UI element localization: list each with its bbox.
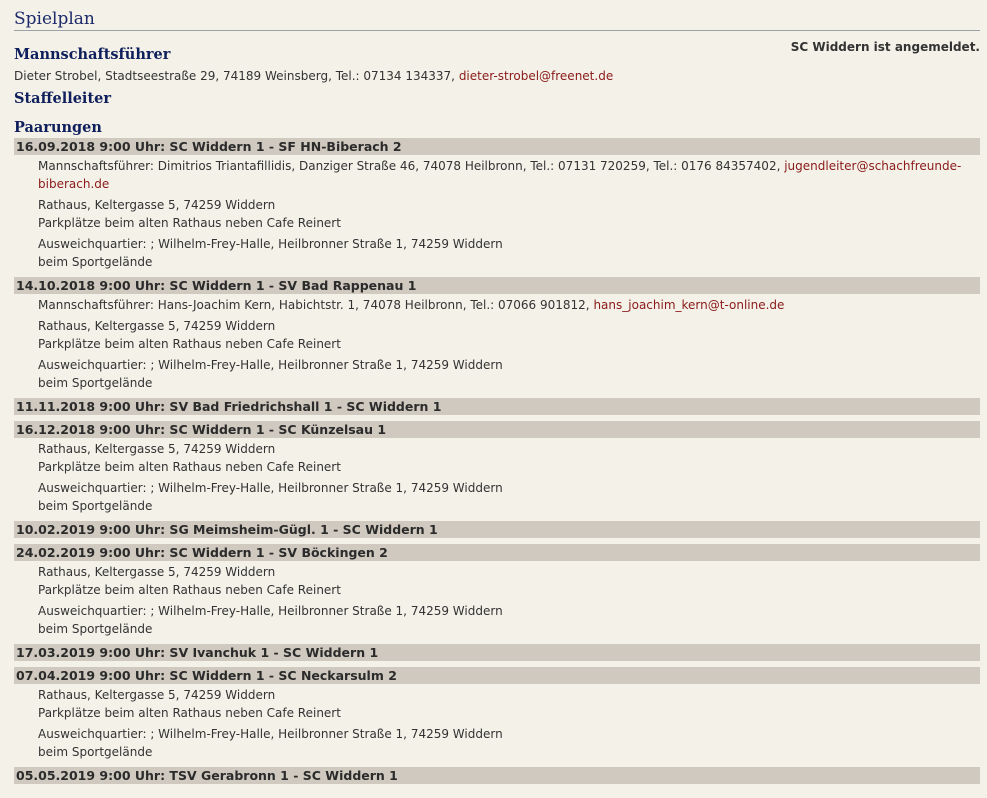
venue-parking: Parkplätze beim alten Rathaus neben Cafe…	[38, 460, 341, 474]
pairings-heading: Paarungen	[14, 119, 102, 136]
match-item: 17.03.2019 9:00 Uhr: SV Ivanchuk 1 - SC …	[14, 644, 980, 661]
opponent-contact: Mannschaftsführer: Hans-Joachim Kern, Ha…	[38, 296, 980, 314]
venue-address: Rathaus, Keltergasse 5, 74259 Widdern	[38, 198, 276, 212]
opponent-email-part: jugendleiter@schachfreunde-	[784, 159, 962, 173]
venue-address: Rathaus, Keltergasse 5, 74259 Widdern	[38, 565, 276, 579]
venue-alternate-note: beim Sportgelände	[38, 499, 153, 513]
match-header: 17.03.2019 9:00 Uhr: SV Ivanchuk 1 - SC …	[14, 644, 980, 661]
match-details: Mannschaftsführer: Hans-Joachim Kern, Ha…	[14, 294, 980, 392]
captain-contact-text: Dieter Strobel, Stadtseestraße 29, 74189…	[14, 69, 459, 83]
venue-alternate: Ausweichquartier: ; Wilhelm-Frey-Halle, …	[38, 727, 503, 741]
venue-alternate-note: beim Sportgelände	[38, 376, 153, 390]
match-item: 05.05.2019 9:00 Uhr: TSV Gerabronn 1 - S…	[14, 767, 980, 784]
match-item: 07.04.2019 9:00 Uhr: SC Widdern 1 - SC N…	[14, 667, 980, 761]
venue-address: Rathaus, Keltergasse 5, 74259 Widdern	[38, 688, 276, 702]
registration-status: SC Widdern ist angemeldet.	[790, 40, 980, 54]
venue-alternate-note: beim Sportgelände	[38, 255, 153, 269]
venue-alternate-note: beim Sportgelände	[38, 745, 153, 759]
match-item: 16.12.2018 9:00 Uhr: SC Widdern 1 - SC K…	[14, 421, 980, 515]
opponent-contact-text: Mannschaftsführer: Dimitrios Triantafill…	[38, 159, 785, 173]
captain-contact: Dieter Strobel, Stadtseestraße 29, 74189…	[14, 69, 980, 84]
match-header: 11.11.2018 9:00 Uhr: SV Bad Friedrichsha…	[14, 398, 980, 415]
venue-parking: Parkplätze beim alten Rathaus neben Cafe…	[38, 583, 341, 597]
match-details: Rathaus, Keltergasse 5, 74259 Widdern Pa…	[14, 438, 980, 515]
venue-parking: Parkplätze beim alten Rathaus neben Cafe…	[38, 337, 341, 351]
venue-parking: Parkplätze beim alten Rathaus neben Cafe…	[38, 216, 341, 230]
match-header: 10.02.2019 9:00 Uhr: SG Meimsheim-Gügl. …	[14, 521, 980, 538]
venue-alternate: Ausweichquartier: ; Wilhelm-Frey-Halle, …	[38, 237, 503, 251]
match-item: 10.02.2019 9:00 Uhr: SG Meimsheim-Gügl. …	[14, 521, 980, 538]
match-details: Rathaus, Keltergasse 5, 74259 Widdern Pa…	[14, 684, 980, 761]
match-header: 16.12.2018 9:00 Uhr: SC Widdern 1 - SC K…	[14, 421, 980, 438]
venue-alternate: Ausweichquartier: ; Wilhelm-Frey-Halle, …	[38, 481, 503, 495]
match-item: 14.10.2018 9:00 Uhr: SC Widdern 1 - SV B…	[14, 277, 980, 392]
page-title: Spielplan	[14, 7, 980, 31]
match-item: 16.09.2018 9:00 Uhr: SC Widdern 1 - SF H…	[14, 138, 980, 271]
captain-email-link[interactable]: dieter-strobel@freenet.de	[459, 69, 613, 83]
match-item: 24.02.2019 9:00 Uhr: SC Widdern 1 - SV B…	[14, 544, 980, 638]
league-leader-heading: Staffelleiter	[14, 90, 112, 107]
match-header: 16.09.2018 9:00 Uhr: SC Widdern 1 - SF H…	[14, 138, 980, 155]
venue-address: Rathaus, Keltergasse 5, 74259 Widdern	[38, 319, 276, 333]
match-details: Rathaus, Keltergasse 5, 74259 Widdern Pa…	[14, 561, 980, 638]
opponent-contact-text: Mannschaftsführer: Hans-Joachim Kern, Ha…	[38, 298, 594, 312]
match-header: 05.05.2019 9:00 Uhr: TSV Gerabronn 1 - S…	[14, 767, 980, 784]
match-item: 11.11.2018 9:00 Uhr: SV Bad Friedrichsha…	[14, 398, 980, 415]
match-header: 07.04.2019 9:00 Uhr: SC Widdern 1 - SC N…	[14, 667, 980, 684]
match-header: 14.10.2018 9:00 Uhr: SC Widdern 1 - SV B…	[14, 277, 980, 294]
match-details: Mannschaftsführer: Dimitrios Triantafill…	[14, 155, 980, 271]
venue-parking: Parkplätze beim alten Rathaus neben Cafe…	[38, 706, 341, 720]
match-header: 24.02.2019 9:00 Uhr: SC Widdern 1 - SV B…	[14, 544, 980, 561]
page: Spielplan SC Widdern ist angemeldet. Man…	[0, 0, 987, 784]
venue-alternate: Ausweichquartier: ; Wilhelm-Frey-Halle, …	[38, 358, 503, 372]
venue-alternate: Ausweichquartier: ; Wilhelm-Frey-Halle, …	[38, 604, 503, 618]
opponent-contact: Mannschaftsführer: Dimitrios Triantafill…	[38, 157, 980, 193]
opponent-email-part: biberach.de	[38, 177, 110, 191]
venue-address: Rathaus, Keltergasse 5, 74259 Widdern	[38, 442, 276, 456]
match-list: 16.09.2018 9:00 Uhr: SC Widdern 1 - SF H…	[14, 138, 980, 784]
opponent-email-link[interactable]: hans_joachim_kern@t-online.de	[593, 298, 784, 312]
venue-alternate-note: beim Sportgelände	[38, 622, 153, 636]
